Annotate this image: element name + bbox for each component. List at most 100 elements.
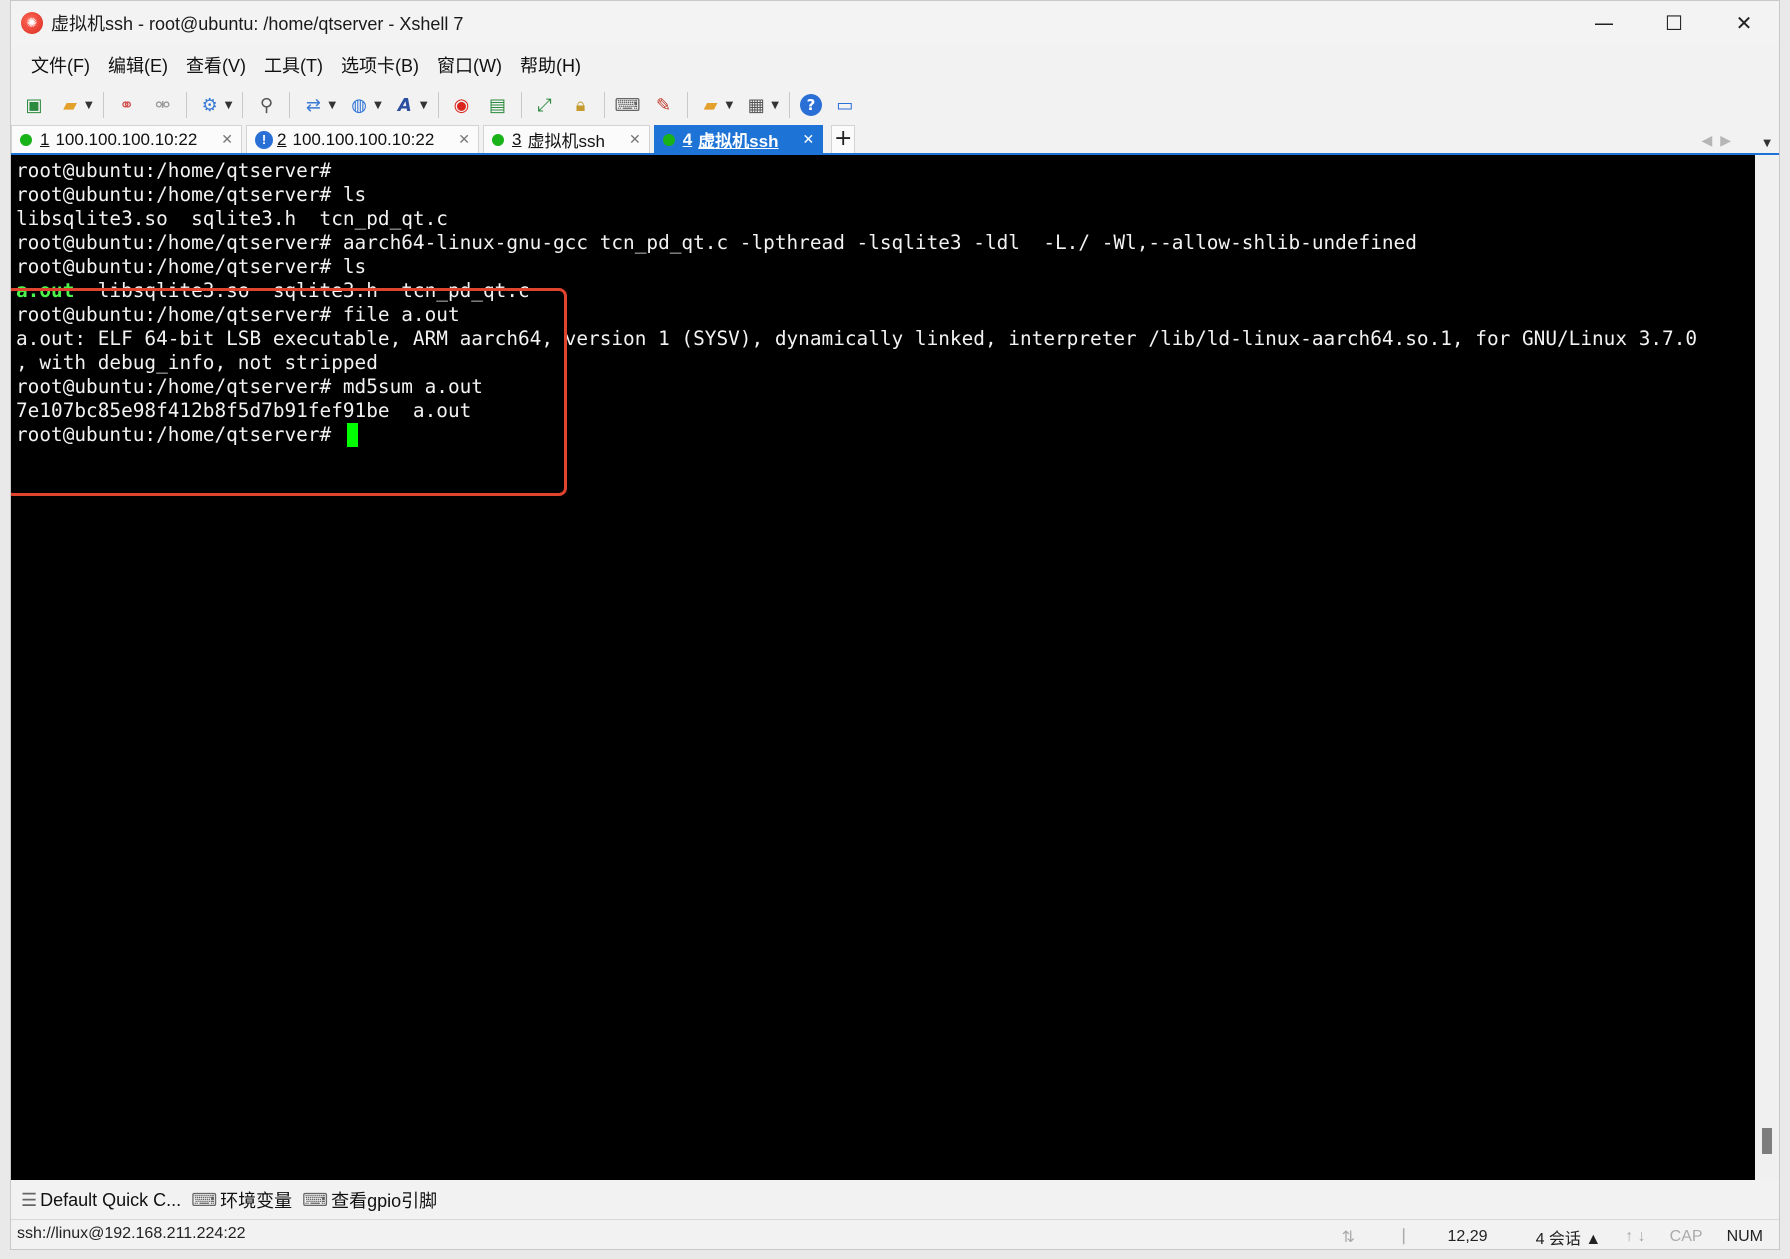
tab-number: 1 — [40, 129, 50, 149]
hamburger-icon: ☰ — [21, 1189, 38, 1210]
chevron-down-icon[interactable]: ▼ — [420, 100, 428, 111]
quick-command-label: Default Quick C... — [40, 1189, 182, 1210]
layout-icon[interactable]: ▦ — [743, 92, 769, 118]
cursor-icon: ⎸ — [1403, 1228, 1420, 1245]
title-bar: ✺ 虚拟机ssh - root@ubuntu: /home/qtserver -… — [11, 1, 1779, 45]
terminal-line: root@ubuntu:/home/qtserver# ls — [16, 255, 367, 278]
search-icon[interactable]: ⚲ — [253, 92, 279, 118]
keyboard-icon[interactable]: ⌨ — [615, 92, 641, 118]
highlight-icon[interactable]: ✎ — [651, 92, 677, 118]
close-icon[interactable]: ✕ — [802, 131, 814, 148]
tab-label: 100.100.100.10:22 — [292, 129, 435, 149]
toolbar: ▣ ▰ ▼ ⚭ ⚮ ⚙ ▼ ⚲ ⇄ ▼ ◍ ▼ A ▼ ◉ ▤ ⤢ 🔒︎ ⌨ ✎… — [11, 85, 1779, 125]
quick-command-env[interactable]: ⌨ 环境变量 — [191, 1187, 292, 1213]
status-right: ⇅ ⎸ 12,29 4 会话 ▲ ↑ ↓ CAP NUM — [1318, 1225, 1763, 1249]
globe-icon[interactable]: ◍ — [346, 92, 372, 118]
keyboard-icon: ⌨ — [302, 1189, 329, 1210]
menu-help[interactable]: 帮助(H) — [520, 52, 581, 78]
menu-file[interactable]: 文件(F) — [31, 52, 90, 78]
tab-scroll-arrows[interactable]: ◀▶ — [1701, 133, 1739, 149]
open-folder-icon[interactable]: ▰ — [57, 92, 83, 118]
tab-number: 4 — [682, 129, 693, 149]
toolbar-separator — [686, 92, 688, 118]
properties-icon[interactable]: ⚙ — [197, 92, 223, 118]
quick-command-bar: ☰ Default Quick C... ⌨ 环境变量 ⌨ 查看gpio引脚 — [11, 1181, 1779, 1219]
nav-arrows-icon[interactable]: ↑ ↓ — [1625, 1228, 1645, 1246]
xshell-logo-icon: ✺ — [21, 12, 43, 34]
tab-label: 虚拟机ssh — [698, 132, 779, 151]
session-count[interactable]: 4 会话 ▲ — [1512, 1225, 1602, 1249]
tab-label: 虚拟机ssh — [527, 132, 605, 151]
connection-address: ssh://linux@192.168.211.224:22 — [17, 1225, 246, 1242]
font-icon[interactable]: A — [392, 92, 418, 118]
toolbar-separator — [437, 92, 439, 118]
close-icon[interactable]: ✕ — [221, 131, 233, 148]
close-button[interactable]: ✕ — [1709, 1, 1779, 45]
toolbar-separator — [520, 92, 522, 118]
chevron-down-icon[interactable]: ▼ — [726, 100, 734, 111]
tab-list-chevron-icon[interactable]: ▼ — [1763, 138, 1771, 149]
disconnect-icon[interactable]: ⚮ — [150, 92, 176, 118]
menu-tabs[interactable]: 选项卡(B) — [341, 52, 419, 78]
chevron-down-icon[interactable]: ▼ — [225, 100, 233, 111]
add-folder-icon[interactable]: ▰ — [698, 92, 724, 118]
session-count-value: 4 会话 — [1535, 1231, 1581, 1248]
menu-view[interactable]: 查看(V) — [186, 52, 246, 78]
connected-status-icon — [662, 133, 675, 146]
chevron-down-icon[interactable]: ▼ — [85, 100, 93, 111]
close-icon[interactable]: ✕ — [629, 131, 641, 148]
menu-tools[interactable]: 工具(T) — [264, 52, 323, 78]
terminal-line: root@ubuntu:/home/qtserver# — [16, 159, 332, 182]
menu-window[interactable]: 窗口(W) — [437, 52, 502, 78]
window-controls: — ☐ ✕ — [1569, 1, 1779, 45]
chevron-down-icon[interactable]: ▼ — [771, 100, 779, 111]
xshell-icon[interactable]: ◉ — [449, 92, 475, 118]
cursor-position: ⎸ 12,29 — [1379, 1228, 1488, 1246]
terminal-line: root@ubuntu:/home/qtserver# ls — [16, 183, 367, 206]
connected-status-icon — [492, 133, 505, 146]
connected-status-icon — [20, 133, 32, 146]
tab-session-1[interactable]: 1 100.100.100.10:22 ✕ — [11, 125, 243, 153]
tab-session-3[interactable]: 3 虚拟机ssh ✕ — [483, 125, 650, 153]
minimize-button[interactable]: — — [1569, 1, 1639, 45]
size-arrows-icon: ⇅ — [1341, 1229, 1356, 1246]
terminal-scrollbar[interactable] — [1755, 155, 1779, 1180]
window-title: 虚拟机ssh - root@ubuntu: /home/qtserver - X… — [51, 14, 464, 34]
chevron-down-icon[interactable]: ▼ — [374, 100, 382, 111]
fullscreen-icon[interactable]: ⤢ — [532, 92, 558, 118]
maximize-button[interactable]: ☐ — [1639, 1, 1709, 45]
quick-command-label: 环境变量 — [220, 1191, 293, 1211]
status-bar: ssh://linux@192.168.211.224:22 ⇅ ⎸ 12,29… — [11, 1219, 1779, 1249]
quick-command-menu[interactable]: ☰ Default Quick C... — [21, 1190, 181, 1211]
terminal-line: libsqlite3.so sqlite3.h tcn_pd_qt.c — [16, 207, 448, 230]
num-lock-indicator: NUM — [1726, 1228, 1763, 1245]
help-icon[interactable]: ? — [799, 94, 822, 116]
new-tab-button[interactable]: + — [831, 125, 856, 153]
close-icon[interactable]: ✕ — [458, 131, 470, 148]
tab-session-4[interactable]: 4 虚拟机ssh ✕ — [653, 125, 824, 153]
warning-icon: ! — [255, 130, 274, 149]
tab-number: 3 — [512, 129, 522, 149]
toolbar-separator — [603, 92, 605, 118]
caps-lock-indicator: CAP — [1669, 1228, 1703, 1245]
toolbar-separator — [289, 92, 291, 118]
annotation-highlight-box — [11, 288, 567, 496]
scrollbar-thumb[interactable] — [1762, 1128, 1772, 1154]
new-session-icon[interactable]: ▣ — [21, 92, 47, 118]
chat-icon[interactable]: ▭ — [832, 92, 858, 118]
toolbar-separator — [788, 92, 790, 118]
toolbar-separator — [242, 92, 244, 118]
terminal-output[interactable]: root@ubuntu:/home/qtserver# root@ubuntu:… — [11, 155, 1755, 1180]
tab-session-2[interactable]: ! 2 100.100.100.10:22 ✕ — [246, 125, 480, 153]
xftp-icon[interactable]: ▤ — [485, 92, 511, 118]
menu-edit[interactable]: 编辑(E) — [108, 52, 168, 78]
connect-icon[interactable]: ⚭ — [114, 92, 140, 118]
lock-icon[interactable]: 🔒︎ — [568, 92, 594, 118]
quick-command-label: 查看gpio引脚 — [331, 1191, 438, 1211]
transfer-icon[interactable]: ⇄ — [300, 92, 326, 118]
menu-bar: 文件(F) 编辑(E) 查看(V) 工具(T) 选项卡(B) 窗口(W) 帮助(… — [11, 45, 1779, 85]
chevron-down-icon[interactable]: ▼ — [328, 100, 336, 111]
quick-command-gpio[interactable]: ⌨ 查看gpio引脚 — [302, 1187, 437, 1213]
tab-number: 2 — [277, 129, 287, 149]
toolbar-separator — [102, 92, 104, 118]
